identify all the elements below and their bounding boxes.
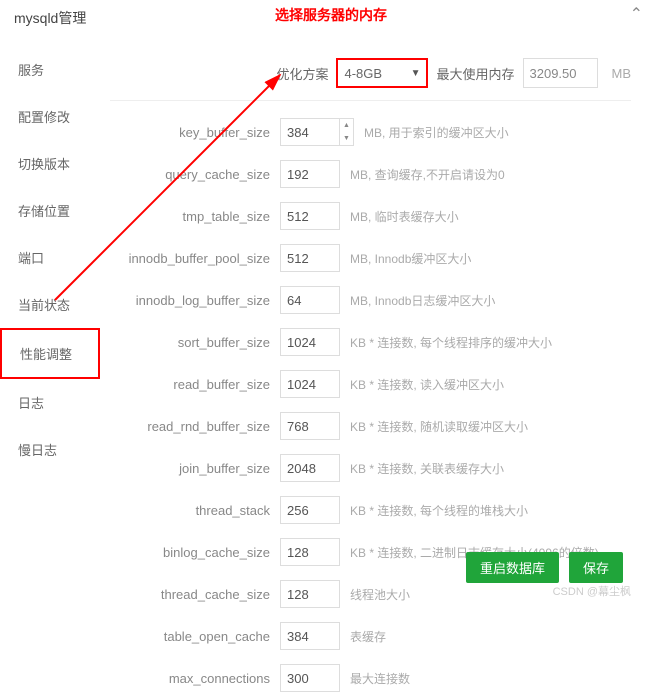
setting-row: innodb_log_buffer_size MB, Innodb日志缓冲区大小 <box>110 279 631 321</box>
setting-desc: KB * 连接数, 随机读取缓冲区大小 <box>350 418 528 435</box>
setting-label: table_open_cache <box>110 629 280 644</box>
setting-row: key_buffer_size ▲▼ MB, 用于索引的缓冲区大小 <box>110 111 631 153</box>
spinner[interactable]: ▲▼ <box>340 118 354 146</box>
setting-input[interactable] <box>280 538 340 566</box>
setting-desc: MB, Innodb缓冲区大小 <box>350 250 471 267</box>
setting-desc: MB, 查询缓存,不开启请设为0 <box>350 166 505 183</box>
footer-buttons: 重启数据库 保存 <box>466 552 623 583</box>
title-text: mysqld管理 <box>14 10 86 26</box>
maxmem-unit: MB <box>612 66 632 81</box>
setting-input[interactable] <box>280 328 340 356</box>
setting-input[interactable] <box>280 454 340 482</box>
sidebar-item-slowlog[interactable]: 慢日志 <box>0 426 100 473</box>
setting-label: innodb_log_buffer_size <box>110 293 280 308</box>
setting-row: tmp_table_size MB, 临时表缓存大小 <box>110 195 631 237</box>
setting-desc: MB, 临时表缓存大小 <box>350 208 459 225</box>
setting-label: thread_stack <box>110 503 280 518</box>
setting-input[interactable] <box>280 160 340 188</box>
maxmem-label: 最大使用内存 <box>436 64 514 83</box>
sidebar-item-performance[interactable]: 性能调整 <box>0 328 100 379</box>
spinner-down-icon[interactable]: ▼ <box>340 132 353 145</box>
setting-row: table_open_cache 表缓存 <box>110 615 631 657</box>
settings-list: key_buffer_size ▲▼ MB, 用于索引的缓冲区大小 query_cac… <box>110 101 631 699</box>
setting-row: sort_buffer_size KB * 连接数, 每个线程排序的缓冲大小 <box>110 321 631 363</box>
setting-label: tmp_table_size <box>110 209 280 224</box>
setting-desc: KB * 连接数, 关联表缓存大小 <box>350 460 504 477</box>
chevron-down-icon: ▼ <box>411 68 421 79</box>
sidebar-item-switch-version[interactable]: 切换版本 <box>0 140 100 187</box>
plan-value: 4-8GB <box>344 66 382 81</box>
setting-desc: MB, 用于索引的缓冲区大小 <box>364 124 509 141</box>
restart-button[interactable]: 重启数据库 <box>466 552 559 583</box>
sidebar-item-config[interactable]: 配置修改 <box>0 93 100 140</box>
setting-row: innodb_buffer_pool_size MB, Innodb缓冲区大小 <box>110 237 631 279</box>
setting-input[interactable] <box>280 244 340 272</box>
setting-label: max_connections <box>110 671 280 686</box>
spinner-up-icon[interactable]: ▲ <box>340 119 353 132</box>
maxmem-input[interactable] <box>523 58 598 88</box>
setting-desc: MB, Innodb日志缓冲区大小 <box>350 292 495 309</box>
setting-row: max_connections 最大连接数 <box>110 657 631 699</box>
sidebar: 服务 配置修改 切换版本 存储位置 端口 当前状态 性能调整 日志 慢日志 <box>0 36 100 596</box>
setting-label: query_cache_size <box>110 167 280 182</box>
setting-label: thread_cache_size <box>110 587 280 602</box>
setting-desc: 最大连接数 <box>350 670 410 687</box>
optimization-row: 优化方案 4-8GB ▼ 最大使用内存 MB <box>110 46 631 101</box>
setting-label: read_buffer_size <box>110 377 280 392</box>
setting-label: join_buffer_size <box>110 461 280 476</box>
sidebar-item-storage[interactable]: 存储位置 <box>0 187 100 234</box>
setting-label: read_rnd_buffer_size <box>110 419 280 434</box>
sidebar-item-log[interactable]: 日志 <box>0 379 100 426</box>
save-button[interactable]: 保存 <box>569 552 623 583</box>
setting-label: binlog_cache_size <box>110 545 280 560</box>
setting-desc: KB * 连接数, 读入缓冲区大小 <box>350 376 504 393</box>
setting-input[interactable] <box>280 412 340 440</box>
setting-desc: 表缓存 <box>350 628 386 645</box>
setting-input[interactable] <box>280 580 340 608</box>
setting-input[interactable] <box>280 664 340 692</box>
close-icon[interactable]: ⌃ <box>630 4 643 24</box>
sidebar-item-port[interactable]: 端口 <box>0 234 100 281</box>
annotation-text: 选择服务器的内存 <box>275 5 387 25</box>
setting-desc: 线程池大小 <box>350 586 410 603</box>
main-panel: 优化方案 4-8GB ▼ 最大使用内存 MB key_buffer_size▲▼… <box>100 36 651 596</box>
setting-input[interactable] <box>280 370 340 398</box>
setting-row: read_buffer_size KB * 连接数, 读入缓冲区大小 <box>110 363 631 405</box>
plan-label: 优化方案 <box>276 64 328 83</box>
setting-row: read_rnd_buffer_size KB * 连接数, 随机读取缓冲区大小 <box>110 405 631 447</box>
setting-input[interactable] <box>280 202 340 230</box>
setting-input[interactable] <box>280 286 340 314</box>
setting-row: join_buffer_size KB * 连接数, 关联表缓存大小 <box>110 447 631 489</box>
setting-label: sort_buffer_size <box>110 335 280 350</box>
setting-desc: KB * 连接数, 每个线程的堆栈大小 <box>350 502 528 519</box>
setting-row: thread_stack KB * 连接数, 每个线程的堆栈大小 <box>110 489 631 531</box>
setting-input[interactable] <box>280 118 340 146</box>
sidebar-item-service[interactable]: 服务 <box>0 46 100 93</box>
plan-select[interactable]: 4-8GB ▼ <box>336 58 428 88</box>
setting-input[interactable] <box>280 496 340 524</box>
setting-label: key_buffer_size <box>110 125 280 140</box>
sidebar-item-status[interactable]: 当前状态 <box>0 281 100 328</box>
setting-row: query_cache_size MB, 查询缓存,不开启请设为0 <box>110 153 631 195</box>
setting-label: innodb_buffer_pool_size <box>110 251 280 266</box>
setting-input[interactable] <box>280 622 340 650</box>
setting-desc: KB * 连接数, 每个线程排序的缓冲大小 <box>350 334 552 351</box>
watermark: CSDN @幕尘枫 <box>553 583 631 599</box>
